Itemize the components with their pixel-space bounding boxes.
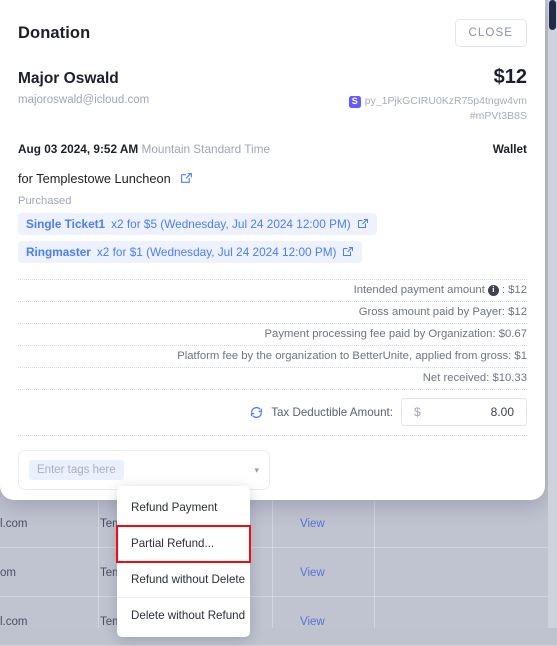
table-cell-view[interactable]: View [300, 616, 325, 628]
close-button[interactable]: CLOSE [455, 19, 528, 47]
fee-row: Gross amount paid by Payer: $12 [18, 302, 527, 324]
payment-reference: S py_1PjkGCIRU0KzR75p4tngw4vm #mPVt3B8S [349, 94, 527, 124]
menu-item-refund-without-delete[interactable]: Refund without Delete [117, 562, 250, 598]
donor-summary-row: Major Oswald $12 [18, 66, 527, 89]
donor-meta-row: majoroswald@icloud.com S py_1PjkGCIRU0Kz… [18, 94, 527, 124]
edit-campaign-icon[interactable] [180, 172, 193, 185]
scrollbar-track[interactable] [548, 0, 557, 628]
edit-ticket-icon[interactable] [342, 246, 354, 258]
refund-dropdown-menu: Refund Payment Partial Refund... Refund … [117, 486, 250, 637]
table-cell-view[interactable]: View [300, 518, 325, 530]
table-cell-email: l.com [0, 616, 27, 628]
edit-ticket-icon[interactable] [357, 218, 369, 230]
info-icon[interactable]: i [488, 285, 499, 296]
table-cell-email: om [0, 567, 16, 579]
tax-deductible-value: 8.00 [491, 405, 514, 419]
tax-deductible-row: Tax Deductible Amount: $ 8.00 [18, 390, 527, 436]
transaction-timezone: Mountain Standard Time [142, 142, 271, 156]
fee-row: Platform fee by the organization to Bett… [18, 346, 527, 368]
refresh-icon[interactable] [250, 406, 263, 419]
transaction-date-row: Aug 03 2024, 9:52 AM Mountain Standard T… [18, 142, 527, 156]
tags-input[interactable]: Enter tags here ▾ [18, 450, 270, 490]
fee-label: Platform fee by the organization to Bett… [177, 350, 527, 362]
menu-item-partial-refund[interactable]: Partial Refund... [117, 526, 250, 562]
fee-value: : $12 [502, 284, 527, 296]
donor-email: majoroswald@icloud.com [18, 94, 149, 106]
ticket-detail: x2 for $5 (Wednesday, Jul 24 2024 12:00 … [111, 217, 351, 231]
scrollbar-thumb[interactable] [549, 0, 556, 30]
payment-method: Wallet [493, 142, 527, 156]
fee-row: Payment processing fee paid by Organizat… [18, 324, 527, 346]
ticket-name: Single Ticket1 [26, 217, 105, 231]
menu-item-refund-payment[interactable]: Refund Payment [117, 490, 250, 526]
fee-label: Net received: $10.33 [423, 372, 527, 384]
purchased-items-list: Single Ticket1 x2 for $5 (Wednesday, Jul… [18, 207, 527, 263]
modal-header: Donation CLOSE [0, 0, 545, 66]
purchased-label: Purchased [18, 195, 527, 207]
fee-label: Payment processing fee paid by Organizat… [265, 328, 528, 340]
stripe-icon: S [349, 96, 361, 108]
ticket-detail: x2 for $1 (Wednesday, Jul 24 2024 12:00 … [97, 245, 337, 259]
fee-label: Gross amount paid by Payer: $12 [359, 306, 527, 318]
table-row[interactable]: om Tem View [0, 549, 557, 597]
tags-placeholder: Enter tags here [29, 460, 124, 480]
fee-row: Net received: $10.33 [18, 368, 527, 390]
list-item[interactable]: Single Ticket1 x2 for $5 (Wednesday, Jul… [18, 213, 377, 235]
transaction-date: Aug 03 2024, 9:52 AM Mountain Standard T… [18, 142, 270, 156]
campaign-row: for Templestowe Luncheon [18, 171, 527, 186]
payment-reference-suffix: #mPVt3B8S [349, 109, 527, 124]
chevron-down-icon[interactable]: ▾ [254, 465, 259, 476]
fee-breakdown: Intended payment amount i : $12 Gross am… [18, 279, 527, 390]
fee-label: Intended payment amount [354, 284, 485, 296]
ticket-name: Ringmaster [26, 245, 91, 259]
tax-deductible-input[interactable]: $ 8.00 [401, 398, 527, 426]
page-title: Donation [18, 24, 90, 43]
table-row[interactable]: l.com Tem View [0, 598, 557, 646]
fee-row: Intended payment amount i : $12 [18, 279, 527, 302]
modal-body: Major Oswald $12 majoroswald@icloud.com … [0, 66, 545, 500]
payment-reference-line: S py_1PjkGCIRU0KzR75p4tngw4vm [349, 94, 527, 109]
donor-name: Major Oswald [18, 70, 119, 88]
currency-symbol: $ [414, 405, 421, 419]
campaign-label: for Templestowe Luncheon [18, 171, 171, 186]
donation-amount: $12 [494, 66, 527, 89]
table-row[interactable]: l.com Tem View [0, 500, 557, 548]
table-cell-view[interactable]: View [300, 567, 325, 579]
donation-detail-modal: Donation CLOSE Major Oswald $12 majorosw… [0, 0, 545, 500]
transaction-date-value: Aug 03 2024, 9:52 AM [18, 142, 138, 156]
list-item[interactable]: Ringmaster x2 for $1 (Wednesday, Jul 24 … [18, 241, 362, 263]
table-cell-email: l.com [0, 518, 27, 530]
payment-reference-id: py_1PjkGCIRU0KzR75p4tngw4vm [365, 94, 527, 109]
tax-deductible-label: Tax Deductible Amount: [271, 406, 393, 419]
